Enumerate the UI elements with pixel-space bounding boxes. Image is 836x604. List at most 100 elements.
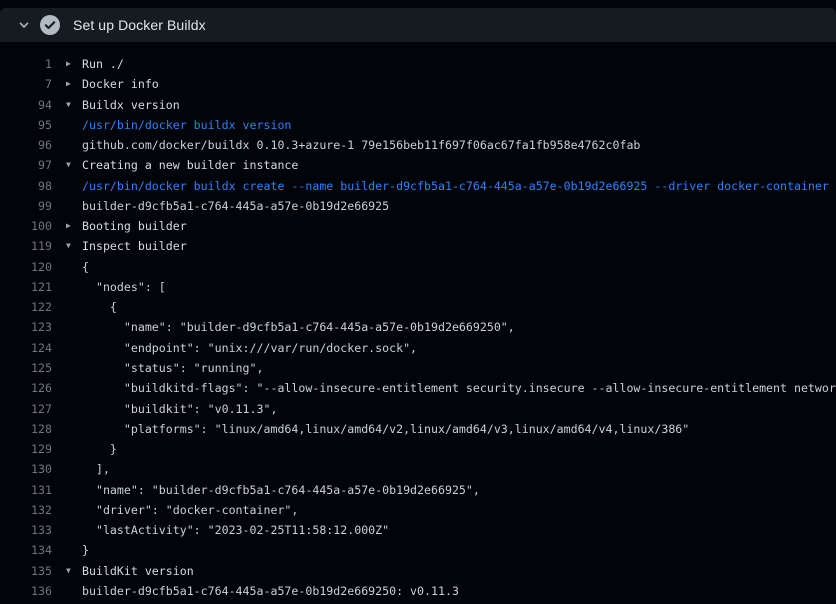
log-line: 123 "name": "builder-d9cfb5a1-c764-445a-…: [0, 317, 836, 337]
log-line: 99 builder-d9cfb5a1-c764-445a-a57e-0b19d2…: [0, 196, 836, 216]
log-viewer: 1▶Run ./7▶Docker info94▼Buildx version95…: [0, 54, 836, 601]
arrow-slot: [66, 297, 82, 317]
log-command-text: /usr/bin/docker buildx create --name bui…: [82, 176, 836, 196]
line-number[interactable]: 134: [0, 540, 52, 560]
log-text: "platforms": "linux/amd64,linux/amd64/v2…: [82, 419, 836, 439]
log-text: "buildkitd-flags": "--allow-insecure-ent…: [82, 378, 836, 398]
log-text: builder-d9cfb5a1-c764-445a-a57e-0b19d2e6…: [82, 581, 836, 601]
chevron-right-icon[interactable]: ▶: [66, 54, 82, 74]
log-line: 131 "name": "builder-d9cfb5a1-c764-445a-…: [0, 480, 836, 500]
log-line: 119 ▼Inspect builder: [0, 236, 836, 256]
line-number[interactable]: 131: [0, 480, 52, 500]
log-line: 1 ▶Run ./: [0, 54, 836, 74]
log-text: builder-d9cfb5a1-c764-445a-a57e-0b19d2e6…: [82, 196, 836, 216]
line-number[interactable]: 126: [0, 378, 52, 398]
chevron-down-icon[interactable]: ▼: [66, 155, 82, 175]
arrow-slot: [66, 581, 82, 601]
line-number[interactable]: 100: [0, 216, 52, 236]
line-number[interactable]: 94: [0, 95, 52, 115]
log-text: }: [82, 540, 836, 560]
line-number[interactable]: 119: [0, 236, 52, 256]
log-text: "driver": "docker-container",: [82, 500, 836, 520]
arrow-slot: [66, 500, 82, 520]
line-number[interactable]: 132: [0, 500, 52, 520]
arrow-slot: [66, 358, 82, 378]
log-text: github.com/docker/buildx 0.10.3+azure-1 …: [82, 135, 836, 155]
line-number[interactable]: 135: [0, 561, 52, 581]
arrow-slot: [66, 399, 82, 419]
line-number[interactable]: 133: [0, 520, 52, 540]
chevron-down-icon[interactable]: [16, 17, 32, 33]
log-line: 126 "buildkitd-flags": "--allow-insecure…: [0, 378, 836, 398]
line-number[interactable]: 98: [0, 176, 52, 196]
log-text: "endpoint": "unix:///var/run/docker.sock…: [82, 338, 836, 358]
arrow-slot: [66, 520, 82, 540]
line-number[interactable]: 136: [0, 581, 52, 601]
log-line: 96 github.com/docker/buildx 0.10.3+azure-…: [0, 135, 836, 155]
chevron-down-icon[interactable]: ▼: [66, 95, 82, 115]
log-text: "name": "builder-d9cfb5a1-c764-445a-a57e…: [82, 480, 836, 500]
line-number[interactable]: 1: [0, 54, 52, 74]
log-line: 120 {: [0, 257, 836, 277]
line-number[interactable]: 125: [0, 358, 52, 378]
line-number[interactable]: 127: [0, 399, 52, 419]
arrow-slot: [66, 419, 82, 439]
arrow-slot: [66, 115, 82, 135]
log-text: ],: [82, 459, 836, 479]
log-line: 136 builder-d9cfb5a1-c764-445a-a57e-0b19d…: [0, 581, 836, 601]
step-header[interactable]: Set up Docker Buildx: [0, 8, 836, 42]
arrow-slot: [66, 378, 82, 398]
log-line: 94 ▼Buildx version: [0, 95, 836, 115]
log-line: 133 "lastActivity": "2023-02-25T11:58:12…: [0, 520, 836, 540]
log-line: 121 "nodes": [: [0, 277, 836, 297]
arrow-slot: [66, 176, 82, 196]
arrow-slot: [66, 257, 82, 277]
line-number[interactable]: 95: [0, 115, 52, 135]
line-number[interactable]: 120: [0, 257, 52, 277]
chevron-down-icon[interactable]: ▼: [66, 236, 82, 256]
log-group-title[interactable]: BuildKit version: [82, 561, 836, 581]
log-line: 132 "driver": "docker-container",: [0, 500, 836, 520]
line-number[interactable]: 123: [0, 317, 52, 337]
step-title: Set up Docker Buildx: [73, 17, 206, 33]
line-number[interactable]: 130: [0, 459, 52, 479]
log-line: 130 ],: [0, 459, 836, 479]
line-number[interactable]: 129: [0, 439, 52, 459]
log-line: 129 }: [0, 439, 836, 459]
line-number[interactable]: 99: [0, 196, 52, 216]
arrow-slot: [66, 540, 82, 560]
log-command-text: /usr/bin/docker buildx version: [82, 115, 836, 135]
line-number[interactable]: 97: [0, 155, 52, 175]
log-text: "status": "running",: [82, 358, 836, 378]
chevron-down-icon[interactable]: ▼: [66, 561, 82, 581]
log-text: "lastActivity": "2023-02-25T11:58:12.000…: [82, 520, 836, 540]
log-line: 134}: [0, 540, 836, 560]
line-number[interactable]: 96: [0, 135, 52, 155]
line-number[interactable]: 124: [0, 338, 52, 358]
log-group-title[interactable]: Creating a new builder instance: [82, 155, 836, 175]
log-text: "nodes": [: [82, 277, 836, 297]
log-text: }: [82, 439, 836, 459]
log-line: 95/usr/bin/docker buildx version: [0, 115, 836, 135]
log-group-title[interactable]: Inspect builder: [82, 236, 836, 256]
arrow-slot: [66, 338, 82, 358]
log-line: 135 ▼BuildKit version: [0, 561, 836, 581]
chevron-right-icon[interactable]: ▶: [66, 74, 82, 94]
arrow-slot: [66, 480, 82, 500]
log-text: {: [82, 257, 836, 277]
line-number[interactable]: 122: [0, 297, 52, 317]
log-group-title[interactable]: Buildx version: [82, 95, 836, 115]
line-number[interactable]: 7: [0, 74, 52, 94]
line-number[interactable]: 128: [0, 419, 52, 439]
chevron-right-icon[interactable]: ▶: [66, 216, 82, 236]
line-number[interactable]: 121: [0, 277, 52, 297]
log-group-title[interactable]: Booting builder: [82, 216, 836, 236]
log-line: 125 "status": "running",: [0, 358, 836, 378]
log-group-title[interactable]: Run ./: [82, 54, 836, 74]
arrow-slot: [66, 439, 82, 459]
log-group-title[interactable]: Docker info: [82, 74, 836, 94]
log-line: 7 ▶Docker info: [0, 74, 836, 94]
log-text: "buildkit": "v0.11.3",: [82, 399, 836, 419]
log-line: 97 ▼Creating a new builder instance: [0, 155, 836, 175]
log-line: 98/usr/bin/docker buildx create --name b…: [0, 176, 836, 196]
